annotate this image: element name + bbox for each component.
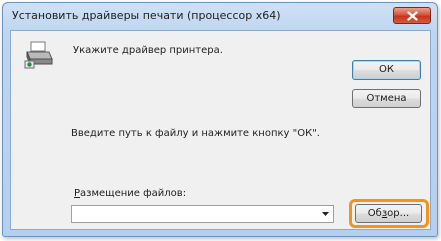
browse-label-pre: Об — [367, 208, 382, 219]
chevron-down-icon[interactable] — [322, 212, 329, 216]
browse-label-post: ор... — [387, 208, 410, 219]
printer-icon — [24, 41, 53, 69]
prompt-text: Введите путь к файлу и нажмите кнопку "О… — [71, 128, 320, 139]
file-location-label-text: азмещение файлов: — [80, 188, 187, 199]
ok-button[interactable]: ОК — [352, 60, 421, 80]
dialog-window: Установить драйверы печати (процессор x6… — [2, 2, 438, 237]
file-location-combobox[interactable] — [71, 205, 334, 223]
cancel-button[interactable]: Отмена — [352, 89, 421, 108]
browse-button[interactable]: Обзор... — [355, 204, 422, 223]
window-title: Установить драйверы печати (процессор x6… — [12, 9, 281, 22]
dialog-body: Укажите драйвер принтера. ОК Отмена Введ… — [10, 30, 431, 230]
close-icon — [407, 11, 418, 21]
instruction-text: Укажите драйвер принтера. — [73, 45, 223, 56]
close-button[interactable] — [393, 7, 431, 24]
file-location-label: Размещение файлов: — [74, 188, 186, 199]
title-bar[interactable]: Установить драйверы печати (процессор x6… — [3, 3, 437, 29]
